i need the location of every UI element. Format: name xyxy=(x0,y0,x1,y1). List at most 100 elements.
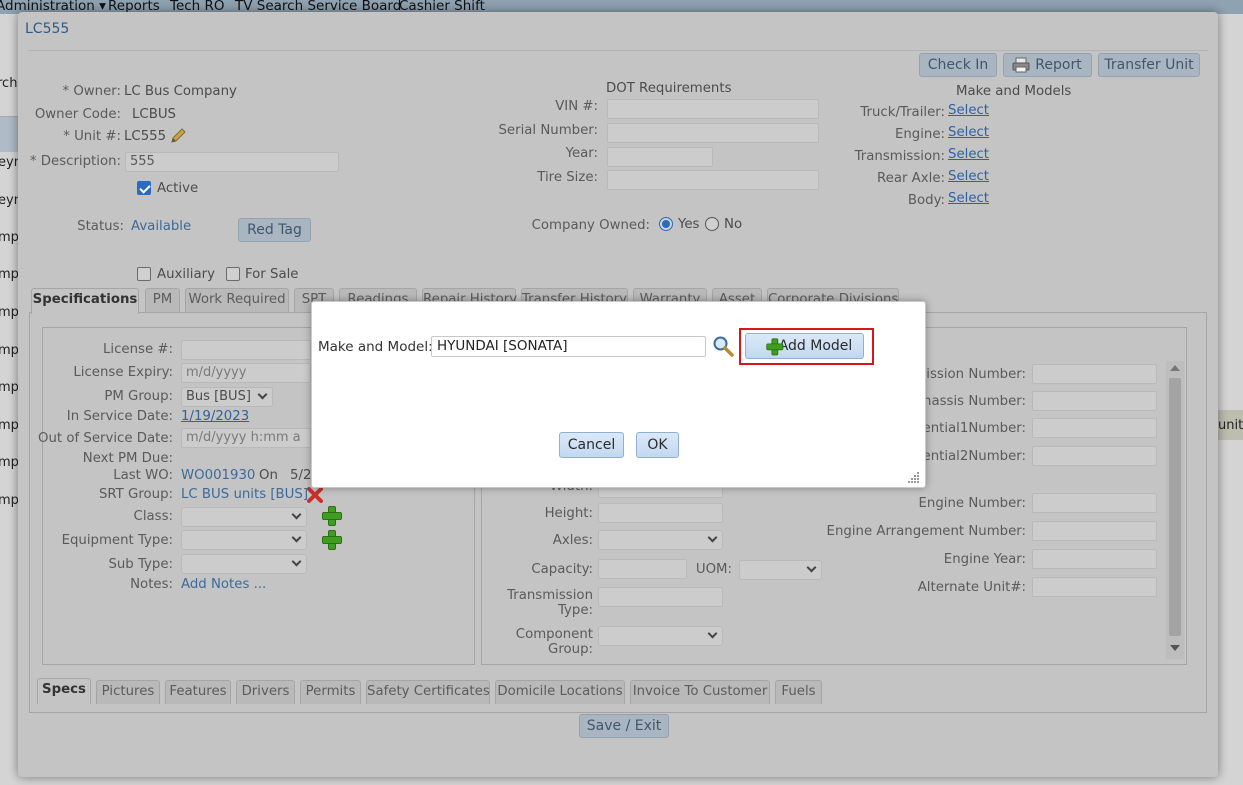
equipment-type-select[interactable] xyxy=(181,530,307,550)
tab-specifications[interactable]: Specifications xyxy=(31,288,139,314)
tab-domicile-locations[interactable]: Domicile Locations xyxy=(495,680,625,704)
ok-button[interactable]: OK xyxy=(636,432,679,458)
add-class-icon[interactable] xyxy=(321,505,342,526)
axles-select[interactable] xyxy=(598,530,723,550)
for-sale-checkbox[interactable] xyxy=(226,267,240,281)
body-select-link[interactable]: Select xyxy=(948,191,989,206)
cancel-button[interactable]: Cancel xyxy=(559,432,624,458)
divider xyxy=(28,50,1208,51)
component-group-label-line2: Group: xyxy=(548,642,593,657)
engine-select-link[interactable]: Select xyxy=(948,125,989,140)
company-owned-no-radio[interactable] xyxy=(705,217,719,231)
in-service-date-link[interactable]: 1/19/2023 xyxy=(181,409,249,424)
engine-arrangement-input[interactable] xyxy=(1032,521,1157,541)
check-in-button[interactable]: Check In xyxy=(919,53,997,77)
transmission-type-label-line1: Transmission xyxy=(507,588,593,603)
tab-work-required[interactable]: Work Required xyxy=(185,288,289,312)
notes-label: Notes: xyxy=(130,577,173,592)
bg-partial-text: rch xyxy=(0,76,18,91)
unit-label: * Unit #: xyxy=(63,129,121,144)
out-of-service-label: Out of Service Date: xyxy=(38,431,174,446)
transmission-number-input[interactable] xyxy=(1032,364,1157,384)
last-wo-label: Last WO: xyxy=(113,468,173,483)
alternate-unit-input[interactable] xyxy=(1032,577,1157,597)
report-label: Report xyxy=(1035,57,1082,73)
capacity-input[interactable] xyxy=(598,559,687,579)
report-button[interactable]: Report xyxy=(1003,53,1092,77)
scrollbar-thumb[interactable] xyxy=(1169,378,1181,636)
serial-input[interactable] xyxy=(607,123,819,143)
tab-features[interactable]: Features xyxy=(165,680,231,704)
resize-grip-icon[interactable] xyxy=(908,471,920,483)
license-expiry-input[interactable]: m/d/yyyy xyxy=(181,363,311,383)
description-input[interactable]: 555 xyxy=(125,152,339,172)
chassis-number-input[interactable] xyxy=(1032,391,1157,411)
owner-code-value: LCBUS xyxy=(132,107,176,122)
add-equipment-type-icon[interactable] xyxy=(321,529,342,550)
uom-select[interactable] xyxy=(739,560,822,580)
vin-input[interactable] xyxy=(607,99,819,119)
engine-year-input[interactable] xyxy=(1032,549,1157,569)
license-label: License #: xyxy=(103,342,173,357)
tab-pictures[interactable]: Pictures xyxy=(96,680,160,704)
out-of-service-input[interactable]: m/d/yyyy h:mm a xyxy=(181,428,311,448)
sub-type-select[interactable] xyxy=(181,554,307,574)
tab-fuels[interactable]: Fuels xyxy=(775,680,822,704)
engine-arrangement-label: Engine Arrangement Number: xyxy=(826,524,1026,539)
auxiliary-checkbox[interactable] xyxy=(137,267,151,281)
make-model-modal: Make and Model: HYUNDAI [SONATA] Add Mod… xyxy=(311,301,926,488)
add-notes-link[interactable]: Add Notes ... xyxy=(181,577,266,592)
bg-partial-text: mp xyxy=(0,380,19,395)
rear-axle-select-link[interactable]: Select xyxy=(948,169,989,184)
engine-label: Engine: xyxy=(894,127,945,142)
tab-safety-certificates[interactable]: Safety Certificates xyxy=(366,680,490,704)
component-group-select[interactable] xyxy=(598,626,723,646)
unit-value: LC555 xyxy=(124,129,167,144)
transmission-select-link[interactable]: Select xyxy=(948,147,989,162)
make-model-input[interactable]: HYUNDAI [SONATA] xyxy=(431,336,706,357)
differential1-number-input[interactable] xyxy=(1032,418,1157,438)
red-tag-button[interactable]: Red Tag xyxy=(238,218,311,242)
alternate-unit-label: Alternate Unit#: xyxy=(917,580,1026,595)
transfer-unit-button[interactable]: Transfer Unit xyxy=(1098,53,1200,77)
scroll-up-icon[interactable] xyxy=(1170,365,1180,371)
year-input[interactable] xyxy=(607,147,713,167)
company-owned-yes-radio[interactable] xyxy=(659,217,673,231)
tab-specs[interactable]: Specs xyxy=(37,678,91,704)
pm-group-select[interactable]: Bus [BUS] xyxy=(181,387,273,407)
no-label: No xyxy=(724,217,743,232)
engine-number-label: Engine Number: xyxy=(918,496,1026,511)
active-checkbox[interactable] xyxy=(137,181,151,195)
search-icon[interactable] xyxy=(712,335,734,357)
capacity-label: Capacity: xyxy=(531,562,593,577)
tab-pm[interactable]: PM xyxy=(145,288,180,312)
engine-year-label: Engine Year: xyxy=(943,552,1026,567)
tab-drivers[interactable]: Drivers xyxy=(236,680,295,704)
transmission-type-input[interactable] xyxy=(598,587,723,607)
tab-permits[interactable]: Permits xyxy=(300,680,361,704)
in-service-date-label: In Service Date: xyxy=(66,409,173,424)
yes-label: Yes xyxy=(678,217,700,232)
tab-invoice-to-customer[interactable]: Invoice To Customer xyxy=(630,680,770,704)
class-select[interactable] xyxy=(181,507,307,527)
body-label: Body: xyxy=(907,193,945,208)
bg-partial-text: mp xyxy=(0,493,19,508)
height-input[interactable] xyxy=(598,503,723,523)
chevron-down-icon xyxy=(291,556,302,567)
tire-size-label: Tire Size: xyxy=(537,170,598,185)
add-model-button[interactable]: Add Model xyxy=(745,333,864,359)
truck-trailer-select-link[interactable]: Select xyxy=(948,103,989,118)
bg-partial-text: mp xyxy=(0,230,19,245)
remove-x-icon[interactable] xyxy=(306,486,324,504)
license-expiry-label: License Expiry: xyxy=(73,365,173,380)
engine-number-input[interactable] xyxy=(1032,493,1157,513)
tire-size-input[interactable] xyxy=(607,170,819,190)
transmission-type-label: Transmission Type: xyxy=(488,588,593,618)
pencil-edit-icon[interactable] xyxy=(169,127,187,145)
differential2-number-input[interactable] xyxy=(1032,446,1157,466)
license-input[interactable] xyxy=(181,340,311,360)
scroll-down-icon[interactable] xyxy=(1170,645,1180,651)
dialog-title: LC555 xyxy=(25,21,70,37)
save-exit-button[interactable]: Save / Exit xyxy=(579,714,669,738)
truck-trailer-label: Truck/Trailer: xyxy=(860,105,945,120)
